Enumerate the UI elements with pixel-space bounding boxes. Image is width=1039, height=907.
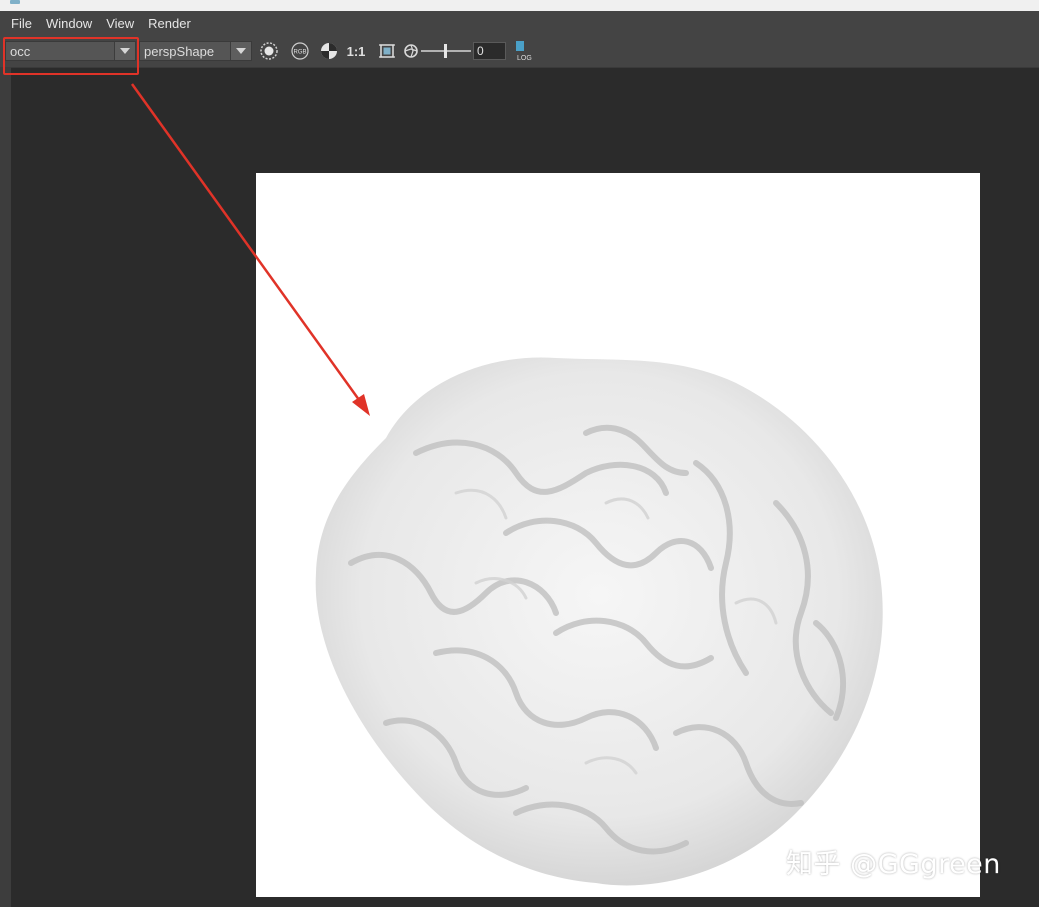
exposure-value-field[interactable]: 0 [473,42,506,60]
watermark-text: 知乎 @GGgreen [786,849,1001,880]
camera-value: perspShape [144,44,215,59]
camera-dropdown[interactable]: perspShape [139,41,252,61]
rgb-channel-icon[interactable]: RGB [289,42,311,60]
menu-view[interactable]: View [106,16,134,31]
annotation-highlight-box [3,37,139,75]
chevron-down-icon[interactable] [230,42,251,60]
exposure-icon[interactable] [402,42,420,60]
menu-bar: File Window View Render [0,11,1039,36]
left-panel-edge [0,67,11,907]
brain-render-graphic [315,357,883,886]
log-icon[interactable]: LOG [513,41,535,62]
ratio-label: 1:1 [346,43,366,59]
region-icon[interactable] [377,42,397,60]
window-title-bar [0,0,1039,11]
snapshot-icon[interactable] [258,42,280,60]
menu-window[interactable]: Window [46,16,92,31]
ratio-button[interactable]: 1:1 [344,42,368,60]
render-view-toolbar: occ perspShape RGB 1:1 0 LOG [0,36,1039,67]
rendered-image [256,173,980,897]
app-icon [10,0,20,4]
log-label: LOG [517,55,532,62]
menu-file[interactable]: File [11,16,32,31]
menu-render[interactable]: Render [148,16,191,31]
alpha-checker-icon[interactable] [318,42,340,60]
exposure-slider[interactable] [420,42,472,60]
svg-text:RGB: RGB [293,50,306,56]
